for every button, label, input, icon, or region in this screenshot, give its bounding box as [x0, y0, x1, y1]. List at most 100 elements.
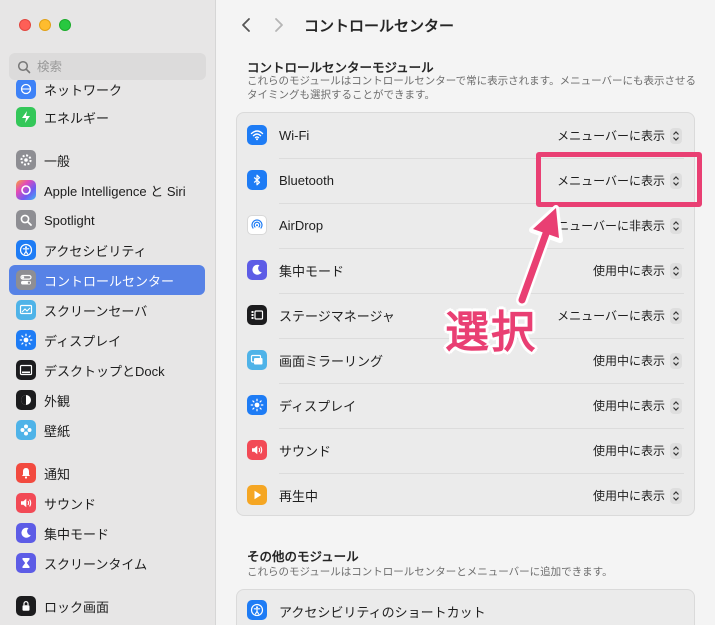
- select-value: メニューバーに表示: [557, 129, 665, 143]
- annotation-label: 選択: [445, 308, 537, 357]
- toolbar: コントロールセンター: [217, 0, 715, 50]
- sidebar-item-general[interactable]: 一般: [9, 145, 205, 175]
- updown-chevron-icon: [670, 217, 682, 234]
- sidebar-item-energy[interactable]: エネルギー: [9, 102, 205, 132]
- module-row-accessibility-shortcuts[interactable]: アクセシビリティのショートカット: [237, 590, 694, 625]
- module-label: 画面ミラーリング: [279, 354, 384, 369]
- sidebar-item-label: エネルギー: [44, 110, 110, 126]
- window-controls: [19, 19, 71, 31]
- sidebar-item-focus[interactable]: 集中モード: [9, 518, 205, 548]
- lock-screen-icon: [16, 596, 36, 616]
- module-visibility-select[interactable]: メニューバーに表示: [557, 307, 682, 324]
- module-label: アクセシビリティのショートカット: [279, 605, 486, 620]
- wallpaper-icon: [16, 420, 36, 440]
- page-title: コントロールセンター: [304, 18, 455, 35]
- select-value: 使用中に表示: [592, 444, 665, 458]
- system-settings-window: ネットワーク エネルギー 一般 Apple Intelligence と Sir…: [0, 0, 715, 625]
- stage-manager-icon: [247, 305, 267, 325]
- appearance-icon: [16, 390, 36, 410]
- moon-icon: [16, 523, 36, 543]
- sidebar-item-label: Apple Intelligence と Siri: [44, 183, 186, 199]
- sidebar-item-screen-time[interactable]: スクリーンタイム: [9, 548, 205, 578]
- module-label: ディスプレイ: [279, 399, 357, 414]
- sidebar-item-accessibility[interactable]: アクセシビリティ: [9, 235, 205, 265]
- dock-icon: [16, 360, 36, 380]
- screen-mirroring-icon: [247, 350, 267, 370]
- gear-icon: [16, 150, 36, 170]
- other-modules-card: アクセシビリティのショートカット: [236, 589, 695, 625]
- search-field[interactable]: [9, 53, 206, 80]
- sidebar-item-appearance[interactable]: 外観: [9, 385, 205, 415]
- sidebar-item-control-center[interactable]: コントロールセンター: [9, 265, 205, 295]
- module-visibility-select[interactable]: 使用中に表示: [593, 397, 682, 414]
- zoom-button[interactable]: [59, 19, 71, 31]
- module-label: Bluetooth: [279, 173, 334, 188]
- forward-button[interactable]: [269, 14, 289, 36]
- search-input[interactable]: [37, 59, 187, 74]
- sidebar-item-wallpaper[interactable]: 壁紙: [9, 415, 205, 445]
- highlight-box: [536, 152, 702, 207]
- other-section-title: その他のモジュール: [247, 550, 359, 564]
- sidebar-item-label: デスクトップとDock: [44, 363, 165, 379]
- module-row-display: ディスプレイ 使用中に表示: [237, 383, 694, 428]
- module-visibility-select[interactable]: メニューバーに表示: [557, 127, 682, 144]
- sidebar-item-apple-intelligence[interactable]: Apple Intelligence と Siri: [9, 175, 205, 205]
- battery-bolt-icon: [16, 107, 36, 127]
- sidebar-item-label: 一般: [44, 153, 71, 169]
- sidebar-item-label: ディスプレイ: [44, 333, 122, 349]
- module-visibility-select[interactable]: 使用中に表示: [593, 442, 682, 459]
- bell-icon: [16, 463, 36, 483]
- sidebar-item-label: スクリーンタイム: [44, 556, 148, 572]
- wifi-icon: [247, 125, 267, 145]
- module-row-airdrop: AirDrop メニューバーに非表示: [237, 203, 694, 248]
- sidebar-item-label: サウンド: [44, 496, 97, 512]
- sidebar-item-network[interactable]: ネットワーク: [9, 80, 205, 104]
- search-icon: [17, 60, 31, 73]
- back-button[interactable]: [236, 14, 256, 36]
- module-row-now-playing: 再生中 使用中に表示: [237, 473, 694, 518]
- speaker-icon: [16, 493, 36, 513]
- module-visibility-select[interactable]: 使用中に表示: [593, 262, 682, 279]
- sidebar-item-desktop-dock[interactable]: デスクトップとDock: [9, 355, 205, 385]
- screensaver-icon: [16, 300, 36, 320]
- module-label: 集中モード: [279, 264, 345, 279]
- sidebar-item-screensaver[interactable]: スクリーンセーバ: [9, 295, 205, 325]
- select-value: 使用中に表示: [592, 264, 665, 278]
- hourglass-icon: [16, 553, 36, 573]
- sidebar-item-label: ネットワーク: [44, 82, 123, 98]
- module-label: ステージマネージャ: [279, 309, 395, 324]
- modules-section-desc: これらのモジュールはコントロールセンターで常に表示されます。メニューバーにも表示…: [247, 75, 696, 101]
- network-icon: [16, 80, 36, 99]
- updown-chevron-icon: [670, 127, 682, 144]
- select-value: 使用中に表示: [592, 354, 665, 368]
- updown-chevron-icon: [670, 307, 682, 324]
- module-label: AirDrop: [279, 218, 324, 233]
- sidebar-item-label: 集中モード: [44, 526, 110, 542]
- sidebar-item-label: 外観: [44, 393, 71, 409]
- module-row-sound: サウンド 使用中に表示: [237, 428, 694, 473]
- sidebar-item-spotlight[interactable]: Spotlight: [9, 205, 205, 235]
- select-value: 使用中に表示: [592, 489, 665, 503]
- sidebar-item-sound[interactable]: サウンド: [9, 488, 205, 518]
- sidebar-item-notifications[interactable]: 通知: [9, 458, 205, 488]
- sidebar-item-display[interactable]: ディスプレイ: [9, 325, 205, 355]
- magnifier-icon: [16, 210, 36, 230]
- sidebar-item-label: 通知: [44, 466, 71, 482]
- siri-icon: [16, 180, 36, 200]
- updown-chevron-icon: [670, 352, 682, 369]
- sidebar-item-lock-screen[interactable]: ロック画面: [9, 591, 205, 621]
- sidebar-item-label: Spotlight: [44, 212, 95, 228]
- accessibility-icon: [247, 600, 267, 620]
- sidebar-item-label: ロック画面: [44, 599, 110, 615]
- minimize-button[interactable]: [39, 19, 51, 31]
- sidebar: ネットワーク エネルギー 一般 Apple Intelligence と Sir…: [0, 0, 216, 625]
- updown-chevron-icon: [670, 487, 682, 504]
- airdrop-icon: [247, 215, 267, 235]
- sun-icon: [16, 330, 36, 350]
- module-visibility-select[interactable]: 使用中に表示: [593, 487, 682, 504]
- module-label: サウンド: [279, 444, 332, 459]
- close-button[interactable]: [19, 19, 31, 31]
- module-visibility-select[interactable]: 使用中に表示: [593, 352, 682, 369]
- updown-chevron-icon: [670, 442, 682, 459]
- select-value: メニューバーに表示: [557, 309, 665, 323]
